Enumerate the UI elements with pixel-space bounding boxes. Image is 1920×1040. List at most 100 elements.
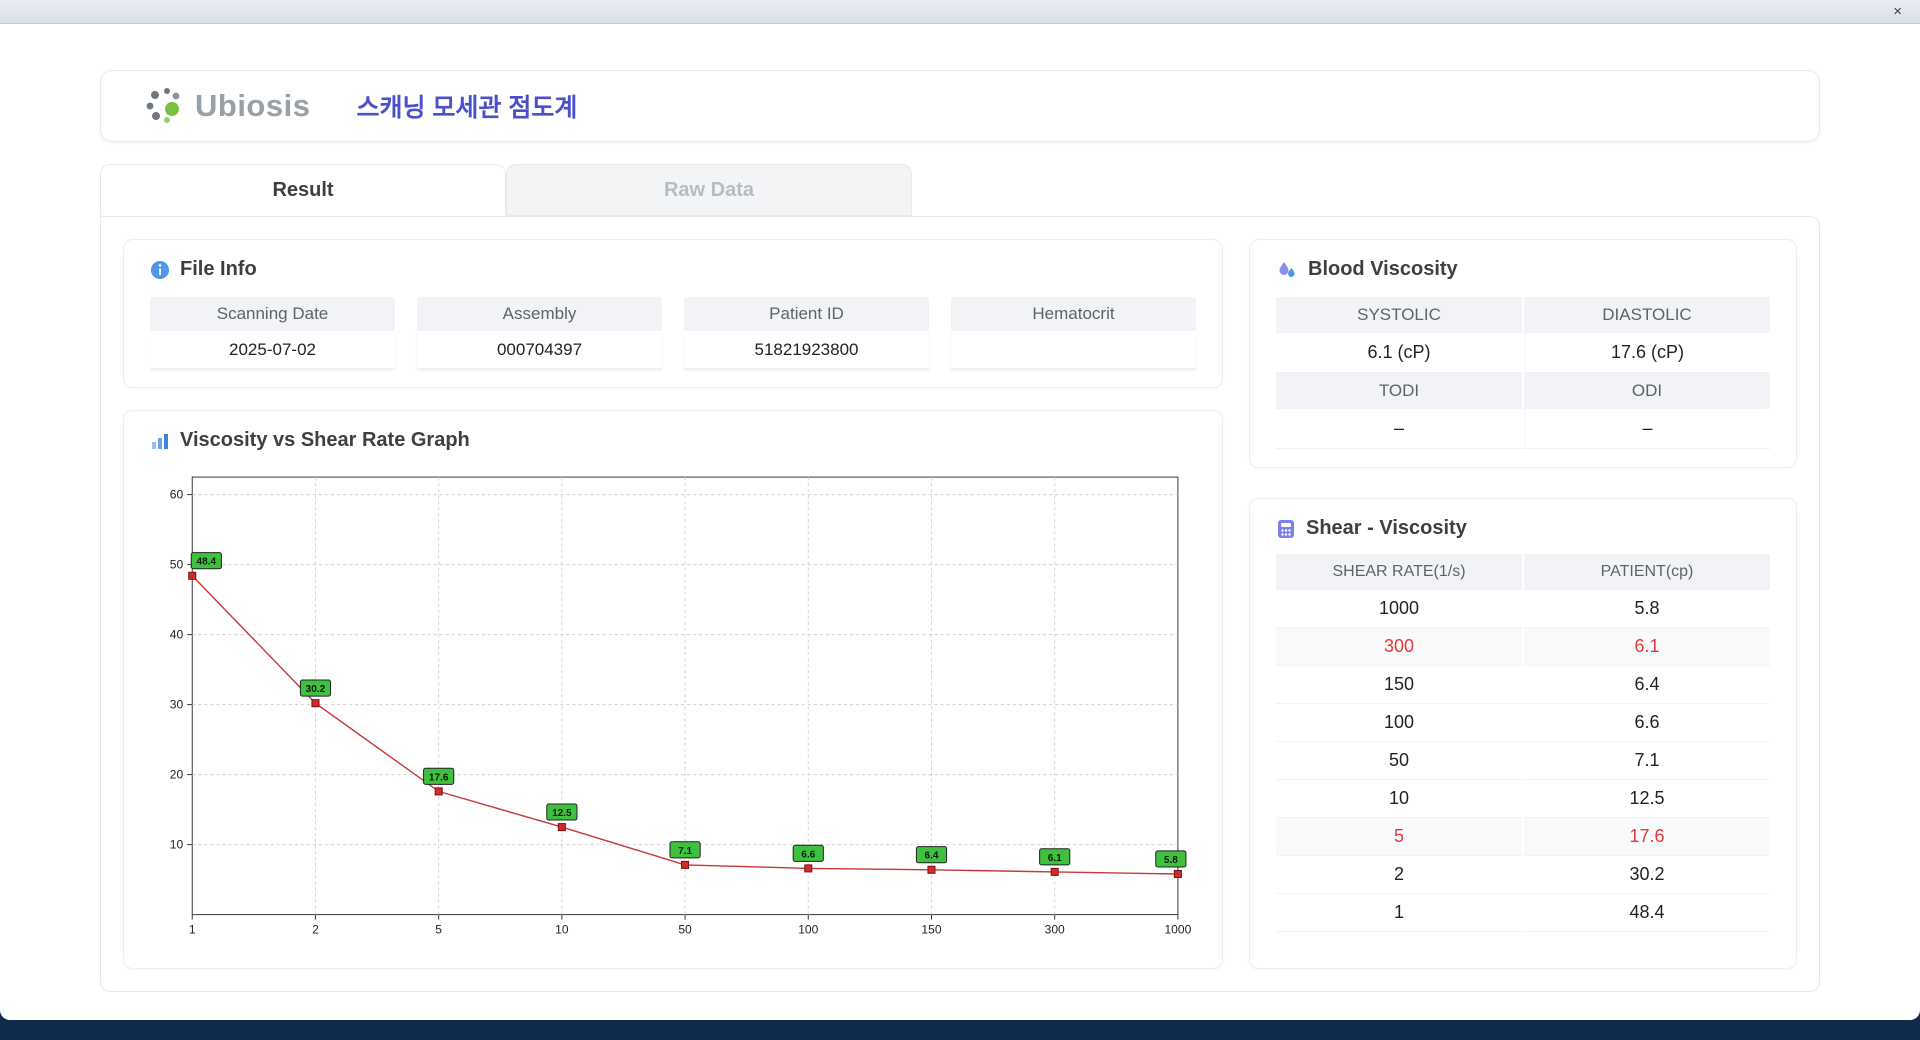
file-info-field: Hematocrit (951, 297, 1196, 369)
table-row: 150 6.4 (1276, 666, 1770, 704)
bv-header-cell: ODI (1524, 373, 1770, 409)
sv-shear-cell: 2 (1276, 856, 1522, 894)
svg-text:10: 10 (555, 923, 569, 937)
table-row: 100 6.6 (1276, 704, 1770, 742)
field-label: Assembly (417, 297, 662, 331)
table-row: SYSTOLIC DIASTOLIC (1276, 297, 1770, 333)
app-title: 스캐닝 모세관 점도계 (356, 94, 578, 122)
sv-patient-cell: 30.2 (1524, 856, 1770, 894)
blood-viscosity-table: SYSTOLIC DIASTOLIC 6.1 (cP) 17.6 (cP) TODI OD… (1276, 297, 1770, 449)
sv-patient-cell: 6.4 (1524, 666, 1770, 704)
bv-header-cell: TODI (1276, 373, 1522, 409)
table-row: 1000 5.8 (1276, 590, 1770, 628)
close-icon[interactable]: × (1889, 4, 1906, 19)
shear-viscosity-table: SHEAR RATE(1/s) PATIENT(cp) 1000 5.8 300 6.1 1… (1276, 554, 1770, 932)
svg-text:2: 2 (312, 923, 319, 937)
svg-text:150: 150 (921, 923, 941, 937)
sv-shear-cell: 50 (1276, 742, 1522, 780)
blood-viscosity-card: Blood Viscosity SYSTOLIC DIASTOLIC 6.1 (cP… (1249, 239, 1797, 468)
droplet-icon (1276, 259, 1298, 281)
field-label: Scanning Date (150, 297, 395, 331)
svg-text:30: 30 (170, 698, 184, 712)
sv-shear-cell: 300 (1276, 628, 1522, 666)
viscosity-chart: 10 20 30 40 50 60 1 2 5 10 50 100 150 300 1000 48.4 30.2… (170, 476, 1192, 937)
logo-dots-icon (143, 86, 187, 126)
file-info-title: File Info (180, 258, 257, 280)
file-info-field: Patient ID 51821923800 (684, 297, 929, 369)
table-row: – – (1276, 409, 1770, 449)
sv-shear-cell: 150 (1276, 666, 1522, 704)
tab-bar: Result Raw Data (100, 164, 1820, 216)
table-row: 1 48.4 (1276, 894, 1770, 932)
bv-value-cell: 6.1 (cP) (1276, 333, 1522, 373)
field-value (951, 331, 1196, 369)
sv-patient-cell: 5.8 (1524, 590, 1770, 628)
svg-text:5: 5 (435, 923, 442, 937)
shear-viscosity-title: Shear - Viscosity (1306, 517, 1467, 539)
table-row: 10 12.5 (1276, 780, 1770, 818)
svg-text:60: 60 (170, 488, 184, 502)
field-label: Patient ID (684, 297, 929, 331)
svg-text:30.2: 30.2 (306, 684, 326, 695)
left-column: File Info Scanning Date 2025-07-02 Assembl… (123, 239, 1223, 969)
file-info-field: Assembly 000704397 (417, 297, 662, 369)
field-value: 51821923800 (684, 331, 929, 369)
calculator-icon (1276, 519, 1296, 539)
svg-text:17.6: 17.6 (429, 772, 449, 783)
sv-shear-cell: 10 (1276, 780, 1522, 818)
table-row: 300 6.1 (1276, 628, 1770, 666)
svg-text:6.1: 6.1 (1048, 853, 1062, 864)
sv-shear-cell: 100 (1276, 704, 1522, 742)
file-info-card: File Info Scanning Date 2025-07-02 Assembl… (123, 239, 1223, 388)
info-icon (150, 260, 170, 280)
blood-viscosity-title: Blood Viscosity (1308, 258, 1458, 280)
sv-patient-cell: 12.5 (1524, 780, 1770, 818)
sv-shear-cell: 1 (1276, 894, 1522, 932)
file-info-fields: Scanning Date 2025-07-02 Assembly 000704397… (150, 297, 1196, 369)
svg-text:300: 300 (1045, 923, 1065, 937)
sv-patient-cell: 7.1 (1524, 742, 1770, 780)
header-card: Ubiosis 스캐닝 모세관 점도계 (100, 70, 1820, 142)
file-info-field: Scanning Date 2025-07-02 (150, 297, 395, 369)
bar-chart-icon (150, 431, 170, 451)
svg-text:6.4: 6.4 (924, 851, 938, 862)
tab-result[interactable]: Result (100, 164, 506, 216)
svg-text:1: 1 (189, 923, 196, 937)
table-row: TODI ODI (1276, 373, 1770, 409)
svg-text:12.5: 12.5 (552, 808, 572, 819)
svg-text:6.6: 6.6 (801, 849, 815, 860)
sv-header-cell: PATIENT(cp) (1524, 554, 1770, 590)
tab-raw-data[interactable]: Raw Data (506, 164, 912, 216)
svg-text:50: 50 (678, 923, 692, 937)
sv-patient-cell: 6.6 (1524, 704, 1770, 742)
bv-value-cell: – (1524, 409, 1770, 449)
bv-value-cell: – (1276, 409, 1522, 449)
graph-card: Viscosity vs Shear Rate Graph 10 20 30 40 50… (123, 410, 1223, 969)
result-panel: File Info Scanning Date 2025-07-02 Assembl… (100, 216, 1820, 992)
app-window: Ubiosis 스캐닝 모세관 점도계 Result Raw Data File … (0, 24, 1920, 1020)
svg-text:50: 50 (170, 558, 184, 572)
svg-text:5.8: 5.8 (1164, 855, 1178, 866)
bv-value-cell: 17.6 (cP) (1524, 333, 1770, 373)
table-row: 2 30.2 (1276, 856, 1770, 894)
right-column: Blood Viscosity SYSTOLIC DIASTOLIC 6.1 (cP… (1249, 239, 1797, 969)
sv-header-cell: SHEAR RATE(1/s) (1276, 554, 1522, 590)
sv-patient-cell: 48.4 (1524, 894, 1770, 932)
sv-shear-cell: 1000 (1276, 590, 1522, 628)
svg-text:10: 10 (170, 838, 184, 852)
svg-text:7.1: 7.1 (678, 846, 692, 857)
ubiosis-logo: Ubiosis (143, 86, 310, 126)
graph-title: Viscosity vs Shear Rate Graph (180, 429, 470, 451)
sv-shear-cell: 5 (1276, 818, 1522, 856)
field-value: 2025-07-02 (150, 331, 395, 369)
table-row: 5 17.6 (1276, 818, 1770, 856)
chart-area: 10 20 30 40 50 60 1 2 5 10 50 100 150 300 1000 48.4 30.2… (150, 462, 1196, 950)
logo-text: Ubiosis (195, 88, 311, 123)
svg-text:1000: 1000 (1164, 923, 1191, 937)
table-row: 50 7.1 (1276, 742, 1770, 780)
svg-text:20: 20 (170, 768, 184, 782)
sv-patient-cell: 6.1 (1524, 628, 1770, 666)
sv-patient-cell: 17.6 (1524, 818, 1770, 856)
field-value: 000704397 (417, 331, 662, 369)
svg-text:40: 40 (170, 628, 184, 642)
